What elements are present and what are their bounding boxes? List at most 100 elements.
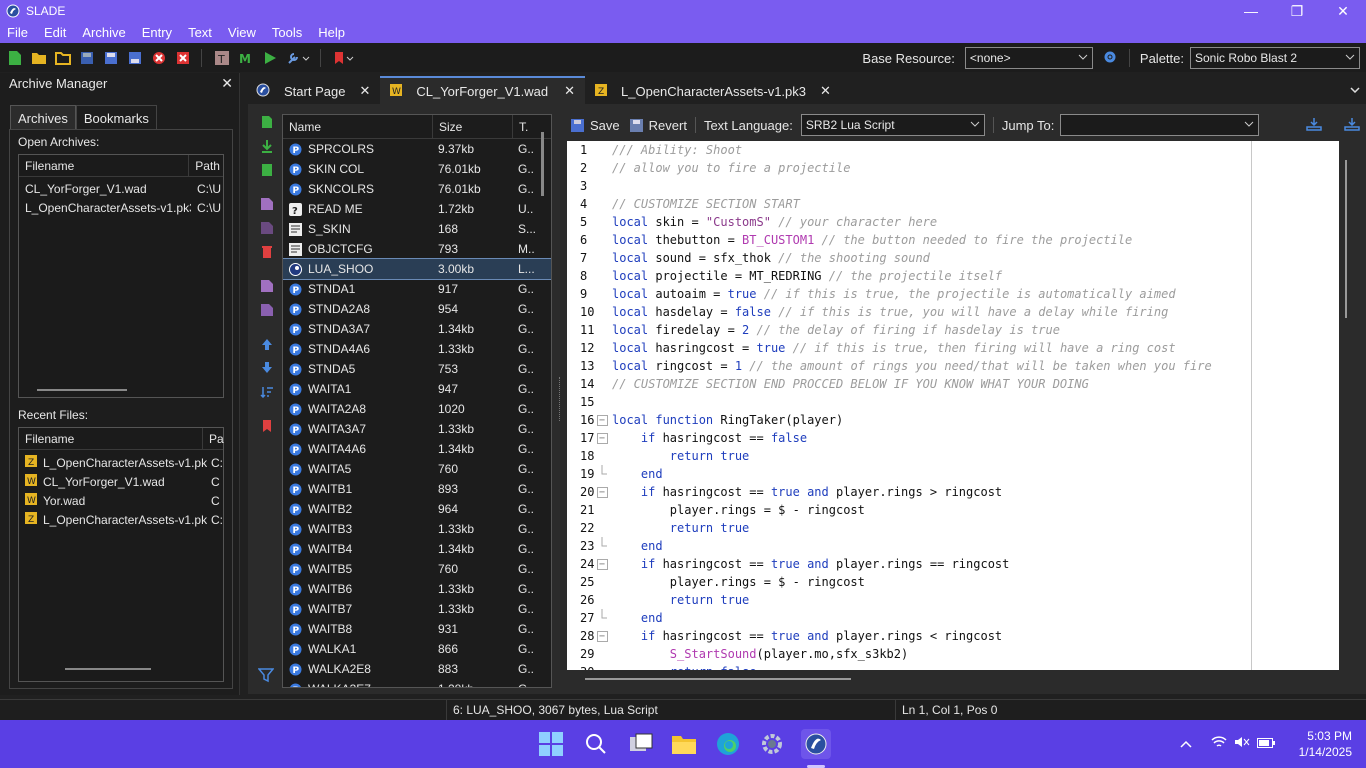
entry-row[interactable]: P STNDA5 753 G.. bbox=[283, 359, 551, 379]
task-view-icon[interactable] bbox=[626, 729, 656, 759]
save-all-icon[interactable] bbox=[126, 49, 144, 67]
code-line[interactable]: local projectile = MT_REDRING // the pro… bbox=[612, 267, 1212, 285]
code-line[interactable]: S_StartSound(player.mo,sfx_s3kb2) bbox=[612, 645, 1212, 663]
code-line[interactable]: // CUSTOMIZE SECTION END PROCCED BELOW I… bbox=[612, 375, 1212, 393]
paste-icon[interactable] bbox=[258, 301, 276, 319]
code-text[interactable]: /// Ability: Shoot// allow you to fire a… bbox=[612, 141, 1212, 670]
code-line[interactable] bbox=[612, 177, 1212, 195]
filter-icon[interactable] bbox=[257, 667, 275, 686]
rename-icon[interactable] bbox=[258, 195, 276, 213]
col-filename[interactable]: Filename bbox=[19, 428, 203, 449]
code-line[interactable]: return true bbox=[612, 519, 1212, 537]
import-icon[interactable] bbox=[258, 137, 276, 155]
entry-row[interactable]: P WAITB6 1.33kb G.. bbox=[283, 579, 551, 599]
list-item[interactable]: L_OpenCharacterAssets-v1.pk3 C:\U bbox=[19, 198, 223, 217]
entry-row[interactable]: P SKNCOLRS 76.01kb G.. bbox=[283, 179, 551, 199]
move-up-icon[interactable] bbox=[258, 335, 276, 353]
menu-tools[interactable]: Tools bbox=[264, 25, 310, 40]
tab-archives[interactable]: Archives bbox=[10, 105, 76, 129]
battery-icon[interactable] bbox=[1257, 737, 1275, 751]
bookmark-icon[interactable] bbox=[332, 49, 356, 67]
texture-editor-icon[interactable]: T bbox=[213, 49, 231, 67]
code-line[interactable]: /// Ability: Shoot bbox=[612, 141, 1212, 159]
copy-icon[interactable] bbox=[258, 277, 276, 295]
open-archives-list[interactable]: Filename Path CL_YorForger_V1.wad C:\U L… bbox=[18, 154, 224, 398]
list-item[interactable]: W Yor.wad C bbox=[19, 491, 223, 510]
rename-each-icon[interactable] bbox=[258, 219, 276, 237]
entry-row[interactable]: P WAITA2A8 1020 G.. bbox=[283, 399, 551, 419]
new-entry-icon[interactable] bbox=[258, 113, 276, 131]
compile-all-icon[interactable] bbox=[1344, 117, 1360, 134]
code-line[interactable]: end bbox=[612, 465, 1212, 483]
code-line[interactable]: if hasringcost == true and player.rings … bbox=[612, 555, 1212, 573]
code-line[interactable]: local autoaim = true // if this is true,… bbox=[612, 285, 1212, 303]
list-item[interactable]: Z L_OpenCharacterAssets-v1.pk3 C: bbox=[19, 453, 223, 472]
entry-row[interactable]: P WAITB3 1.33kb G.. bbox=[283, 519, 551, 539]
fold-toggle-icon[interactable]: − bbox=[595, 411, 609, 429]
code-line[interactable]: end bbox=[612, 609, 1212, 627]
new-archive-icon[interactable] bbox=[6, 49, 24, 67]
menu-text[interactable]: Text bbox=[180, 25, 220, 40]
close-panel-icon[interactable]: ✕ bbox=[221, 75, 233, 92]
code-line[interactable]: if hasringcost == false bbox=[612, 429, 1212, 447]
language-select[interactable]: SRB2 Lua Script bbox=[800, 114, 985, 136]
tab-cl-yorforger[interactable]: W CL_YorForger_V1.wad ✕ bbox=[380, 76, 586, 104]
tools-wrench-icon[interactable] bbox=[285, 49, 311, 67]
palette-select[interactable]: Sonic Robo Blast 2 bbox=[1190, 47, 1360, 69]
menu-edit[interactable]: Edit bbox=[36, 25, 74, 40]
entry-row[interactable]: ? READ ME 1.72kb U.. bbox=[283, 199, 551, 219]
code-line[interactable]: return true bbox=[612, 591, 1212, 609]
code-line[interactable]: local function RingTaker(player) bbox=[612, 411, 1212, 429]
list-item[interactable]: Z L_OpenCharacterAssets-v1.pk3 C: bbox=[19, 510, 223, 529]
sort-icon[interactable] bbox=[258, 383, 276, 401]
gear-icon[interactable] bbox=[1103, 50, 1117, 67]
col-type[interactable]: T. bbox=[513, 115, 541, 138]
menu-entry[interactable]: Entry bbox=[134, 25, 180, 40]
entry-row[interactable]: P STNDA3A7 1.34kb G.. bbox=[283, 319, 551, 339]
maximize-button[interactable]: ❐ bbox=[1274, 0, 1320, 22]
code-line[interactable]: local firedelay = 2 // the delay of firi… bbox=[612, 321, 1212, 339]
editor-vertical-scrollbar[interactable] bbox=[1345, 160, 1347, 318]
entry-row[interactable]: P WAITB2 964 G.. bbox=[283, 499, 551, 519]
recent-files-list[interactable]: Filename Pa Z L_OpenCharacterAssets-v1.p… bbox=[18, 427, 224, 682]
entry-row[interactable]: P SPRCOLRS 9.37kb G.. bbox=[283, 139, 551, 159]
entry-row[interactable]: S_SKIN 168 S... bbox=[283, 219, 551, 239]
close-archive-icon[interactable] bbox=[150, 49, 168, 67]
entry-row[interactable]: P STNDA4A6 1.33kb G.. bbox=[283, 339, 551, 359]
revert-button[interactable]: Revert bbox=[629, 118, 687, 133]
entry-row[interactable]: P WAITB5 760 G.. bbox=[283, 559, 551, 579]
fold-toggle-icon[interactable]: − bbox=[595, 429, 609, 447]
fold-toggle-icon[interactable]: − bbox=[595, 483, 609, 501]
move-down-icon[interactable] bbox=[258, 359, 276, 377]
slade-taskbar-icon[interactable] bbox=[801, 729, 831, 759]
menu-file[interactable]: File bbox=[0, 25, 36, 40]
entry-row[interactable]: P WALKA2E8 883 G.. bbox=[283, 659, 551, 679]
code-line[interactable]: local hasringcost = true // if this is t… bbox=[612, 339, 1212, 357]
tab-open-character-assets[interactable]: Z L_OpenCharacterAssets-v1.pk3 ✕ bbox=[585, 76, 841, 104]
col-filename[interactable]: Filename bbox=[19, 155, 190, 176]
start-menu-icon[interactable] bbox=[536, 729, 566, 759]
run-icon[interactable] bbox=[261, 49, 279, 67]
code-line[interactable]: end bbox=[612, 537, 1212, 555]
open-archive-icon[interactable] bbox=[30, 49, 48, 67]
save-as-icon[interactable] bbox=[102, 49, 120, 67]
entry-list-scrollbar[interactable] bbox=[541, 132, 544, 196]
entry-row[interactable]: P SKIN COL 76.01kb G.. bbox=[283, 159, 551, 179]
entry-row[interactable]: P WAITA4A6 1.34kb G.. bbox=[283, 439, 551, 459]
close-tab-icon[interactable]: ✕ bbox=[820, 83, 831, 99]
col-size[interactable]: Size bbox=[433, 115, 513, 138]
close-all-icon[interactable] bbox=[174, 49, 192, 67]
entry-row[interactable]: P WALKA3E71.28kbG.. bbox=[283, 679, 551, 687]
code-line[interactable]: local hasdelay = false // if this is tru… bbox=[612, 303, 1212, 321]
menu-view[interactable]: View bbox=[220, 25, 264, 40]
code-line[interactable] bbox=[612, 393, 1212, 411]
delete-icon[interactable] bbox=[258, 243, 276, 261]
fold-toggle-icon[interactable]: − bbox=[595, 627, 609, 645]
clock[interactable]: 5:03 PM 1/14/2025 bbox=[1299, 728, 1352, 760]
volume-muted-icon[interactable] bbox=[1234, 736, 1250, 751]
tab-bookmarks[interactable]: Bookmarks bbox=[75, 105, 157, 129]
code-line[interactable]: // CUSTOMIZE SECTION START bbox=[612, 195, 1212, 213]
jump-to-select[interactable] bbox=[1060, 114, 1260, 136]
entry-row[interactable]: P WAITB4 1.34kb G.. bbox=[283, 539, 551, 559]
close-window-button[interactable]: ✕ bbox=[1320, 0, 1366, 22]
